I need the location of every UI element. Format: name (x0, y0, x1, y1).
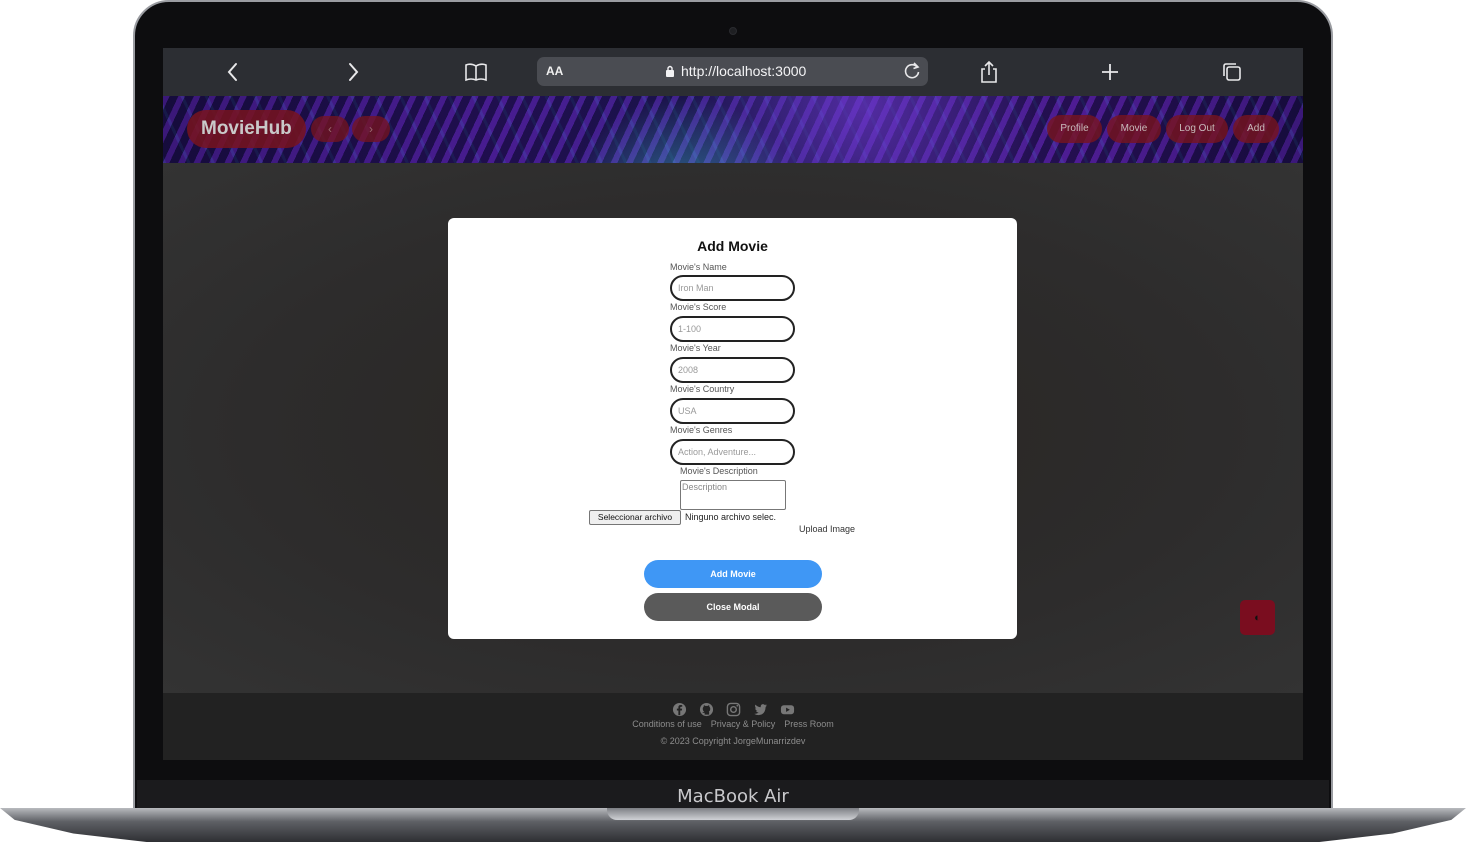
logo[interactable]: MovieHub (187, 110, 306, 148)
nav-add[interactable]: Add (1233, 115, 1279, 143)
lock-icon (666, 65, 674, 77)
close-modal-button[interactable]: Close Modal (644, 593, 822, 621)
movie-name-input[interactable]: Iron Man (670, 275, 795, 301)
copyright: © 2023 Copyright JorgeMunarrizdev (660, 736, 806, 746)
url-display[interactable]: http://localhost:3000 (665, 63, 806, 79)
nav-forward-button[interactable]: › (352, 116, 390, 142)
instagram-icon[interactable] (726, 702, 741, 717)
back-icon[interactable] (218, 58, 248, 86)
movie-score-input[interactable]: 1-100 (670, 316, 795, 342)
new-tab-icon[interactable] (1095, 58, 1125, 86)
facebook-icon[interactable] (672, 702, 687, 717)
address-bar[interactable]: AA http://localhost:3000 (537, 57, 928, 86)
camera-icon (729, 27, 737, 35)
upload-image-label: Upload Image (799, 524, 856, 534)
footer-link-press[interactable]: Press Room (784, 719, 834, 729)
share-icon[interactable] (974, 58, 1004, 86)
movie-year-label: Movie's Year (670, 343, 721, 353)
movie-country-input[interactable]: USA (670, 398, 795, 424)
movie-genres-label: Movie's Genres (670, 425, 733, 435)
bookmarks-icon[interactable] (461, 58, 491, 86)
footer-link-privacy[interactable]: Privacy & Policy (711, 719, 776, 729)
screen: AA http://localhost:3000 MovieHub ‹ › Pr… (163, 48, 1303, 760)
footer-link-conditions[interactable]: Conditions of use (632, 719, 702, 729)
youtube-icon[interactable] (780, 702, 795, 717)
movie-genres-input[interactable]: Action, Adventure... (670, 439, 795, 465)
nav-profile[interactable]: Profile (1047, 115, 1102, 143)
theme-toggle-button[interactable]: ◐ (1240, 600, 1275, 635)
file-status: Ninguno archivo selec. (685, 512, 777, 522)
add-movie-modal: Add Movie Movie's Name Iron Man Movie's … (448, 218, 1017, 639)
reload-icon[interactable] (902, 61, 922, 81)
nav-movie[interactable]: Movie (1107, 115, 1161, 143)
forward-icon[interactable] (338, 58, 368, 86)
movie-score-label: Movie's Score (670, 302, 727, 312)
github-icon[interactable] (699, 702, 714, 717)
add-movie-button[interactable]: Add Movie (644, 560, 822, 588)
url-text: http://localhost:3000 (681, 63, 807, 79)
movie-name-label: Movie's Name (670, 262, 727, 272)
footer: Conditions of use Privacy & Policy Press… (163, 693, 1303, 760)
movie-year-input[interactable]: 2008 (670, 357, 795, 383)
nav-logout[interactable]: Log Out (1166, 115, 1228, 143)
social-links (163, 702, 1303, 717)
modal-title: Add Movie (697, 238, 768, 254)
movie-description-label: Movie's Description (680, 466, 758, 476)
nav-back-button[interactable]: ‹ (311, 116, 349, 142)
movie-description-textarea[interactable]: Description (680, 480, 786, 510)
laptop-notch (607, 808, 859, 820)
app-header: MovieHub ‹ › Profile Movie Log Out Add (163, 96, 1303, 163)
device-label: MacBook Air (677, 786, 789, 807)
tabs-icon[interactable] (1217, 58, 1247, 86)
footer-links: Conditions of use Privacy & Policy Press… (163, 719, 1303, 729)
text-size-button[interactable]: AA (546, 64, 563, 78)
movie-country-label: Movie's Country (670, 384, 735, 394)
contrast-icon: ◐ (1254, 611, 1261, 624)
twitter-icon[interactable] (753, 702, 768, 717)
choose-file-button[interactable]: Seleccionar archivo (589, 510, 681, 525)
browser-toolbar: AA http://localhost:3000 (163, 48, 1303, 96)
